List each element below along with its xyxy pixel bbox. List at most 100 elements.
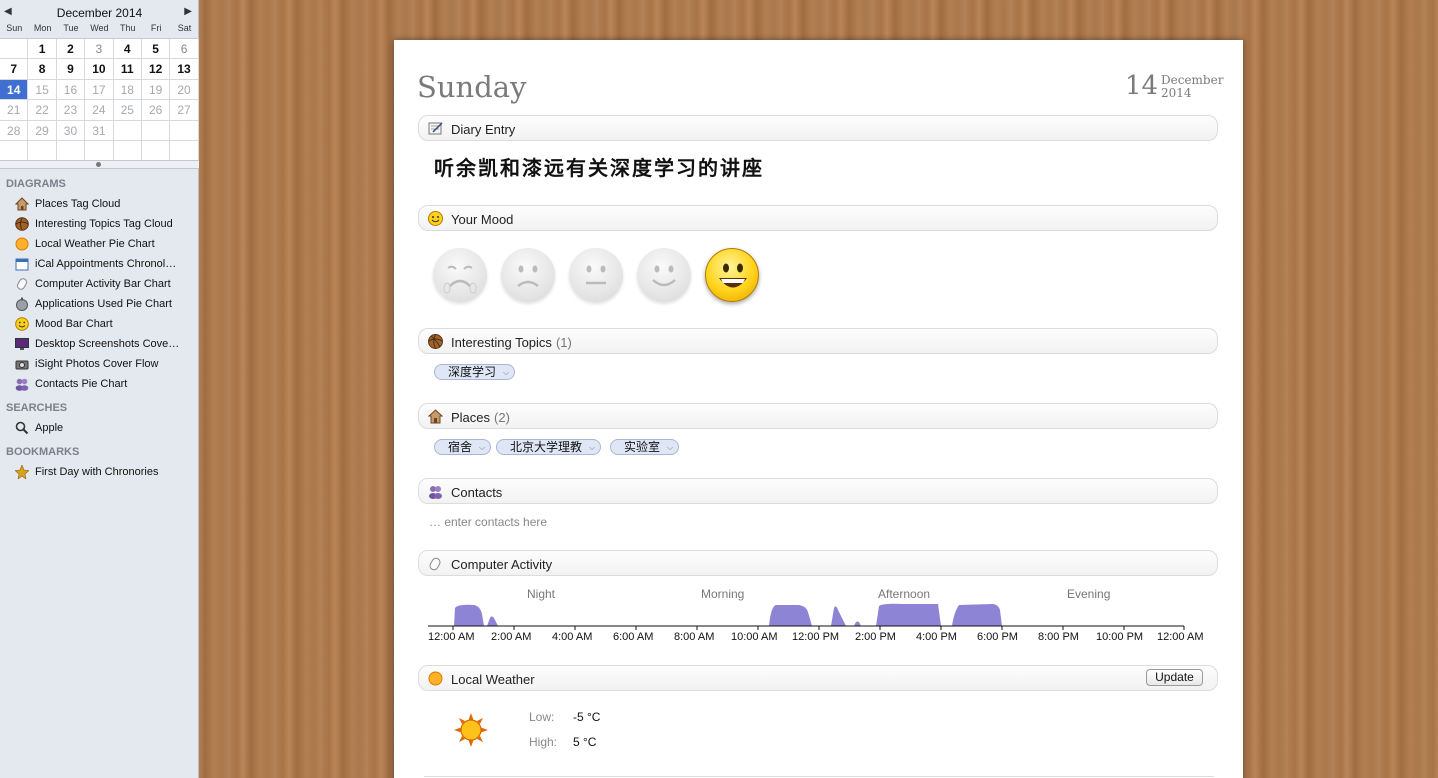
- calendar-day-cell[interactable]: 15: [28, 79, 57, 101]
- sidebar-item-diagram[interactable]: Computer Activity Bar Chart: [0, 274, 199, 294]
- calendar-next-button[interactable]: ▶: [184, 6, 192, 17]
- chevron-down-icon: ⌵: [666, 443, 674, 452]
- activity-block: [952, 604, 1002, 626]
- weather-high-label: High:: [529, 735, 558, 749]
- mood-option-crying[interactable]: [433, 248, 487, 302]
- calendar-day-cell[interactable]: [170, 140, 199, 162]
- weather-high-value: 5 °C: [573, 735, 597, 749]
- activity-block: [876, 603, 941, 626]
- calendar-day-cell[interactable]: 31: [85, 120, 114, 141]
- calendar-day-cell[interactable]: [85, 140, 114, 162]
- calendar-day-cell[interactable]: 4: [113, 39, 142, 60]
- calendar-day-cell[interactable]: [0, 39, 29, 60]
- activity-ticks: [452, 626, 1185, 630]
- calendar-day-cell[interactable]: 23: [56, 100, 86, 121]
- place-tag-label: 北京大学理教: [510, 440, 583, 454]
- sidebar-item-diagram[interactable]: Applications Used Pie Chart: [0, 294, 199, 314]
- place-tag[interactable]: 实验室 ⌵: [610, 439, 680, 455]
- calendar-day-cell[interactable]: 7: [0, 59, 29, 80]
- sidebar-item-label: Apple: [35, 422, 64, 434]
- calendar-day-cell[interactable]: 13: [170, 59, 199, 80]
- sidebar-item-diagram[interactable]: Interesting Topics Tag Cloud: [0, 214, 199, 234]
- search-icon: [15, 421, 29, 435]
- sidebar-item-diagram[interactable]: iSight Photos Cover Flow: [0, 354, 199, 374]
- calendar-day-cell[interactable]: 26: [141, 100, 171, 121]
- calendar-day-cell[interactable]: [0, 140, 29, 162]
- calendar-day-cell[interactable]: [113, 140, 142, 162]
- sidebar-item-diagram[interactable]: iCal Appointments Chronol…: [0, 254, 199, 274]
- calendar-day-cell[interactable]: 16: [56, 79, 86, 101]
- calendar-day-cell[interactable]: 10: [85, 59, 114, 80]
- weather-low-label: Low:: [529, 710, 555, 724]
- calendar-day-cell[interactable]: 8: [28, 59, 57, 80]
- calendar-day-cell[interactable]: 12: [141, 59, 171, 80]
- contacts-icon: [15, 378, 29, 391]
- calendar-day-cell[interactable]: 25: [113, 100, 142, 121]
- weather-update-button[interactable]: Update: [1146, 669, 1203, 686]
- calendar-day-cell[interactable]: 30: [56, 120, 86, 141]
- contacts-input[interactable]: … enter contacts here: [429, 515, 547, 529]
- sidebar-item-bookmark-first-day[interactable]: First Day with Chronories: [0, 462, 199, 482]
- sidebar-item-diagram[interactable]: Desktop Screenshots Cove…: [0, 334, 199, 354]
- calendar-day-cell[interactable]: 27: [170, 100, 199, 121]
- places-title-text: Places: [451, 410, 491, 425]
- time-tick-label: 8:00 AM: [674, 631, 715, 643]
- calendar-day-cell[interactable]: 18: [113, 79, 142, 101]
- time-tick-label: 6:00 PM: [977, 631, 1018, 643]
- calendar-day-cell[interactable]: 28: [0, 120, 29, 141]
- sidebar-item-label: Places Tag Cloud: [35, 198, 121, 210]
- calendar-day-cell[interactable]: 3: [85, 39, 114, 60]
- diagrams-header: DIAGRAMS: [6, 178, 66, 190]
- calendar-day-cell[interactable]: [141, 120, 171, 141]
- sidebar-item-search-apple[interactable]: Apple: [0, 418, 199, 438]
- calendar-day-cell[interactable]: 17: [85, 79, 114, 101]
- calendar-day-cell[interactable]: 9: [56, 59, 86, 80]
- place-tag[interactable]: 北京大学理教 ⌵: [496, 439, 602, 455]
- topics-ball-icon: [15, 217, 29, 231]
- sidebar-item-label: Mood Bar Chart: [35, 318, 113, 330]
- chevron-down-icon: ⌵: [588, 443, 596, 452]
- calendar-day-cell[interactable]: [170, 120, 199, 141]
- activity-block: [854, 621, 861, 626]
- topic-tag[interactable]: 深度学习 ⌵: [434, 364, 516, 380]
- place-tag[interactable]: 宿舍 ⌵: [434, 439, 492, 455]
- calendar-day-cell[interactable]: 5: [141, 39, 171, 60]
- calendar-day-cell[interactable]: 19: [141, 79, 171, 101]
- calendar-day-cell[interactable]: 22: [28, 100, 57, 121]
- calendar-day-cell[interactable]: 14: [0, 79, 29, 101]
- calendar-day-cell[interactable]: 11: [113, 59, 142, 80]
- sidebar-item-diagram[interactable]: Contacts Pie Chart: [0, 374, 199, 394]
- mood-option-very-happy-selected[interactable]: [705, 248, 759, 302]
- activity-header: Computer Activity: [418, 550, 1218, 576]
- topics-title-text: Interesting Topics: [451, 335, 552, 350]
- sidebar: ◀ December 2014 ▶ Sun Mon Tue Wed Thu Fr…: [0, 0, 199, 778]
- calendar-day-cell[interactable]: 6: [170, 39, 199, 60]
- calendar-day-cell[interactable]: [113, 120, 142, 141]
- diary-entry-text[interactable]: 听余凯和漆远有关深度学习的讲座: [434, 152, 764, 181]
- sidebar-item-diagram[interactable]: Local Weather Pie Chart: [0, 234, 199, 254]
- calendar-day-cell[interactable]: [141, 140, 171, 162]
- calendar-day-cell[interactable]: [56, 140, 86, 162]
- house-icon: [428, 409, 443, 424]
- calendar-day-cell[interactable]: 29: [28, 120, 57, 141]
- weekday-label: Thu: [120, 23, 136, 33]
- calendar-day-cell[interactable]: 2: [56, 39, 86, 60]
- calendar-day-cell[interactable]: 24: [85, 100, 114, 121]
- mood-header: Your Mood: [418, 205, 1218, 231]
- topics-title: Interesting Topics (1): [451, 335, 572, 350]
- calendar-day-cell[interactable]: 21: [0, 100, 29, 121]
- mood-option-happy[interactable]: [637, 248, 691, 302]
- calendar-day-cell[interactable]: [28, 140, 57, 162]
- sidebar-item-diagram[interactable]: Mood Bar Chart: [0, 314, 199, 334]
- time-tick-label: 6:00 AM: [613, 631, 654, 643]
- calendar-splitter[interactable]: [0, 160, 199, 169]
- mood-option-sad[interactable]: [501, 248, 555, 302]
- time-tick-label: 12:00 AM: [428, 631, 475, 643]
- activity-area: [454, 603, 1002, 626]
- sidebar-item-diagram[interactable]: Places Tag Cloud: [0, 194, 199, 214]
- weekday-label: Sat: [177, 23, 192, 33]
- calendar-day-cell[interactable]: 20: [170, 79, 199, 101]
- mood-option-neutral[interactable]: [569, 248, 623, 302]
- weather-header: Local Weather: [418, 665, 1218, 691]
- calendar-day-cell[interactable]: 1: [28, 39, 57, 60]
